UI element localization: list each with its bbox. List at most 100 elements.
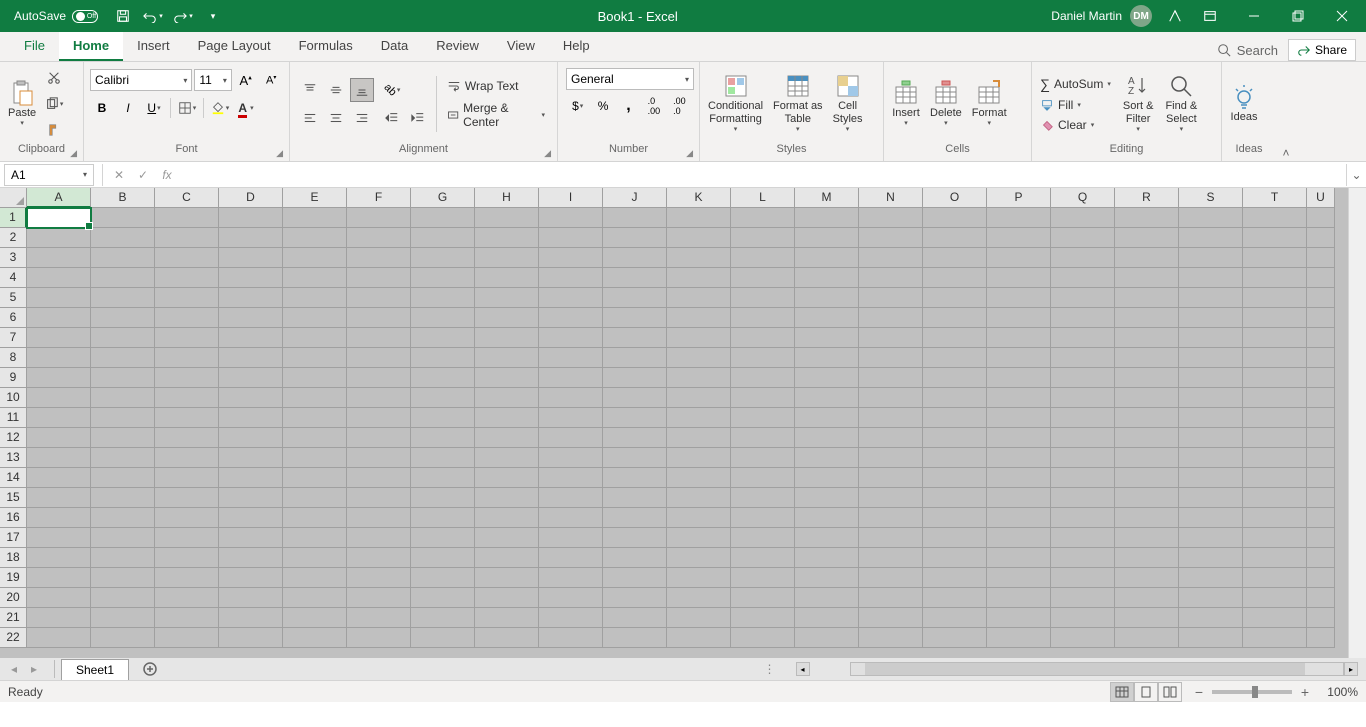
cell-J18[interactable] [603, 548, 667, 568]
cell-A9[interactable] [27, 368, 91, 388]
font-color-button[interactable]: A▾ [234, 96, 258, 120]
fill-button[interactable]: Fill▾ [1036, 96, 1115, 114]
cell-F8[interactable] [347, 348, 411, 368]
cell-P18[interactable] [987, 548, 1051, 568]
column-header-A[interactable]: A [27, 188, 91, 208]
cell-P4[interactable] [987, 268, 1051, 288]
cell-S13[interactable] [1179, 448, 1243, 468]
cell-P16[interactable] [987, 508, 1051, 528]
cell-O5[interactable] [923, 288, 987, 308]
align-right-button[interactable] [350, 106, 374, 130]
cell-E22[interactable] [283, 628, 347, 648]
cell-T15[interactable] [1243, 488, 1307, 508]
cell-T14[interactable] [1243, 468, 1307, 488]
cell-O10[interactable] [923, 388, 987, 408]
cell-Q6[interactable] [1051, 308, 1115, 328]
cell-J3[interactable] [603, 248, 667, 268]
cell-B15[interactable] [91, 488, 155, 508]
cell-I14[interactable] [539, 468, 603, 488]
cell-Q19[interactable] [1051, 568, 1115, 588]
cell-S15[interactable] [1179, 488, 1243, 508]
cell-C6[interactable] [155, 308, 219, 328]
cell-U7[interactable] [1307, 328, 1335, 348]
cell-B8[interactable] [91, 348, 155, 368]
cell-I3[interactable] [539, 248, 603, 268]
cell-M10[interactable] [795, 388, 859, 408]
cell-H15[interactable] [475, 488, 539, 508]
cell-D20[interactable] [219, 588, 283, 608]
cell-C16[interactable] [155, 508, 219, 528]
cell-F18[interactable] [347, 548, 411, 568]
font-launcher[interactable]: ◢ [276, 148, 283, 159]
cell-L16[interactable] [731, 508, 795, 528]
copy-button[interactable]: ▾ [42, 92, 66, 116]
cell-I9[interactable] [539, 368, 603, 388]
cell-O11[interactable] [923, 408, 987, 428]
cell-P8[interactable] [987, 348, 1051, 368]
cell-P3[interactable] [987, 248, 1051, 268]
cell-H11[interactable] [475, 408, 539, 428]
cell-D8[interactable] [219, 348, 283, 368]
font-size-combo[interactable]: 11▾ [194, 69, 232, 91]
cell-N2[interactable] [859, 228, 923, 248]
cell-M22[interactable] [795, 628, 859, 648]
cell-Q22[interactable] [1051, 628, 1115, 648]
cell-A14[interactable] [27, 468, 91, 488]
cell-O16[interactable] [923, 508, 987, 528]
cell-S21[interactable] [1179, 608, 1243, 628]
cell-G11[interactable] [411, 408, 475, 428]
cell-R19[interactable] [1115, 568, 1179, 588]
cell-H14[interactable] [475, 468, 539, 488]
cell-T4[interactable] [1243, 268, 1307, 288]
cell-U9[interactable] [1307, 368, 1335, 388]
column-header-F[interactable]: F [347, 188, 411, 208]
column-header-J[interactable]: J [603, 188, 667, 208]
page-break-view-button[interactable] [1158, 682, 1182, 702]
cell-K2[interactable] [667, 228, 731, 248]
cell-S2[interactable] [1179, 228, 1243, 248]
cell-N17[interactable] [859, 528, 923, 548]
row-header-9[interactable]: 9 [0, 368, 27, 388]
insert-function-button[interactable]: fx [155, 164, 179, 186]
cell-R5[interactable] [1115, 288, 1179, 308]
merge-center-button[interactable]: Merge & Center ▾ [443, 99, 549, 131]
cell-P9[interactable] [987, 368, 1051, 388]
cell-D6[interactable] [219, 308, 283, 328]
cell-K17[interactable] [667, 528, 731, 548]
cell-B7[interactable] [91, 328, 155, 348]
cell-K21[interactable] [667, 608, 731, 628]
cell-J10[interactable] [603, 388, 667, 408]
cell-M17[interactable] [795, 528, 859, 548]
cell-R8[interactable] [1115, 348, 1179, 368]
number-launcher[interactable]: ◢ [686, 148, 693, 159]
cell-L4[interactable] [731, 268, 795, 288]
add-sheet-button[interactable] [139, 659, 161, 679]
cell-H21[interactable] [475, 608, 539, 628]
cell-U12[interactable] [1307, 428, 1335, 448]
column-header-I[interactable]: I [539, 188, 603, 208]
cell-D17[interactable] [219, 528, 283, 548]
tab-file[interactable]: File [10, 32, 59, 61]
cell-E5[interactable] [283, 288, 347, 308]
cell-R1[interactable] [1115, 208, 1179, 228]
cell-G22[interactable] [411, 628, 475, 648]
cell-C17[interactable] [155, 528, 219, 548]
cell-S18[interactable] [1179, 548, 1243, 568]
minimize-button[interactable] [1234, 0, 1274, 32]
cell-T7[interactable] [1243, 328, 1307, 348]
cell-C5[interactable] [155, 288, 219, 308]
cell-H18[interactable] [475, 548, 539, 568]
cell-F16[interactable] [347, 508, 411, 528]
cell-P12[interactable] [987, 428, 1051, 448]
cell-J20[interactable] [603, 588, 667, 608]
cell-B4[interactable] [91, 268, 155, 288]
cell-R14[interactable] [1115, 468, 1179, 488]
cell-U16[interactable] [1307, 508, 1335, 528]
cell-U19[interactable] [1307, 568, 1335, 588]
sort-filter-button[interactable]: AZ Sort &Filter▾ [1119, 70, 1158, 137]
cell-N13[interactable] [859, 448, 923, 468]
cell-O8[interactable] [923, 348, 987, 368]
cell-J6[interactable] [603, 308, 667, 328]
collapse-ribbon-button[interactable]: ˄ [1276, 145, 1296, 161]
cell-B13[interactable] [91, 448, 155, 468]
